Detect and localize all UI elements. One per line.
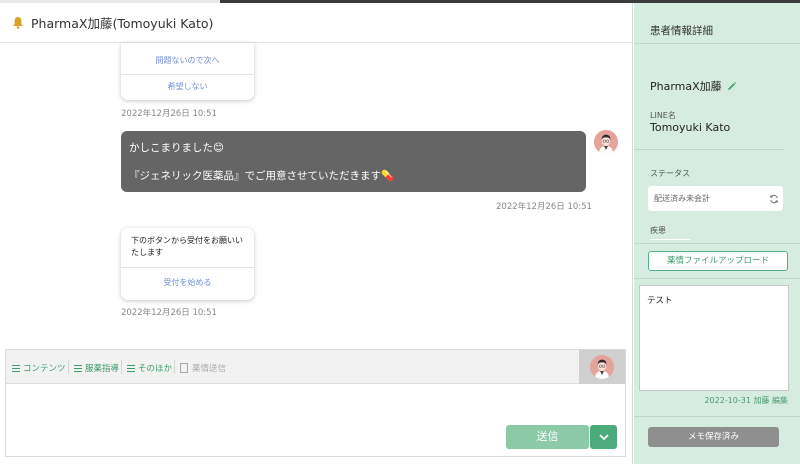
pharmacist-name-text: PharmaX加藤: [650, 80, 722, 93]
send-options-dropdown[interactable]: [590, 425, 617, 449]
menu-icon: [12, 364, 20, 372]
option-next-link[interactable]: 問題ないので次へ: [121, 43, 254, 67]
message-composer: コンテンツ 服薬指導 そのほか 薬情送信 送信: [5, 349, 626, 457]
chat-header: PharmaX加藤(Tomoyuki Kato): [0, 3, 632, 43]
line-name: Tomoyuki Kato: [650, 121, 731, 134]
card-text: 下のボタンから受付をお願いいたします: [131, 236, 243, 257]
bell-icon: [13, 17, 23, 29]
status-select[interactable]: 配送済み未会計: [648, 186, 783, 211]
reception-card: 下のボタンから受付をお願いいたします 受付を始める: [121, 228, 254, 300]
message-timestamp: 2022年12月26日 10:51: [496, 202, 592, 212]
composer-avatar-box: [579, 350, 625, 384]
tool-label: 薬情送信: [192, 364, 227, 374]
menu-icon: [127, 364, 135, 372]
tool-label: 服薬指導: [85, 364, 120, 374]
other-tool-button[interactable]: そのほか: [127, 362, 172, 374]
medication-guidance-tool-button[interactable]: 服薬指導: [74, 362, 119, 374]
message-line: 『ジェネリック医薬品』でご用意させていただきます💊: [129, 170, 395, 182]
sent-message-bubble: かしこまりました😊 『ジェネリック医薬品』でご用意させていただきます💊: [121, 131, 586, 192]
quick-reply-card: 問題ないので次へ 希望しない: [121, 43, 254, 100]
send-drug-info-tool-button[interactable]: 薬情送信: [180, 362, 226, 374]
menu-icon: [74, 364, 82, 372]
option-decline-link[interactable]: 希望しない: [121, 75, 254, 93]
composer-toolbar: コンテンツ 服薬指導 そのほか 薬情送信: [6, 350, 625, 384]
chat-title: PharmaX加藤(Tomoyuki Kato): [31, 16, 214, 31]
line-name-label: LINE名: [650, 111, 676, 120]
panel-title: 患者情報詳細: [650, 25, 713, 37]
chat-pane: PharmaX加藤(Tomoyuki Kato) 問題ないので次へ 希望しない …: [0, 3, 633, 464]
pharmacist-name: PharmaX加藤: [650, 78, 737, 94]
drug-info-upload-button[interactable]: 薬情ファイルアップロード: [648, 251, 788, 271]
status-label: ステータス: [650, 169, 690, 178]
memo-meta: 2022-10-31 加藤 編集: [704, 396, 788, 405]
memo-save-button[interactable]: メモ保存済み: [648, 427, 779, 447]
pencil-icon[interactable]: [726, 81, 737, 92]
refresh-icon[interactable]: [769, 194, 779, 204]
disease-label: 疾患: [650, 226, 666, 235]
message-line: かしこまりました😊: [129, 142, 224, 154]
memo-textarea[interactable]: テスト: [639, 285, 789, 391]
chevron-down-icon: [598, 433, 609, 440]
avatar: [594, 130, 618, 154]
tool-label: そのほか: [138, 364, 173, 374]
message-timestamp: 2022年12月26日 10:51: [121, 308, 217, 318]
tool-label: コンテンツ: [23, 364, 66, 374]
start-reception-link[interactable]: 受付を始める: [121, 268, 254, 289]
status-value: 配送済み未会計: [654, 194, 710, 203]
avatar: [590, 355, 614, 379]
document-icon: [180, 363, 188, 373]
send-button[interactable]: 送信: [506, 425, 589, 449]
message-timestamp: 2022年12月26日 10:51: [121, 109, 217, 119]
patient-detail-panel: 患者情報詳細 PharmaX加藤 LINE名 Tomoyuki Kato ステー…: [634, 3, 800, 464]
message-input[interactable]: [6, 385, 625, 421]
contents-tool-button[interactable]: コンテンツ: [12, 362, 66, 374]
